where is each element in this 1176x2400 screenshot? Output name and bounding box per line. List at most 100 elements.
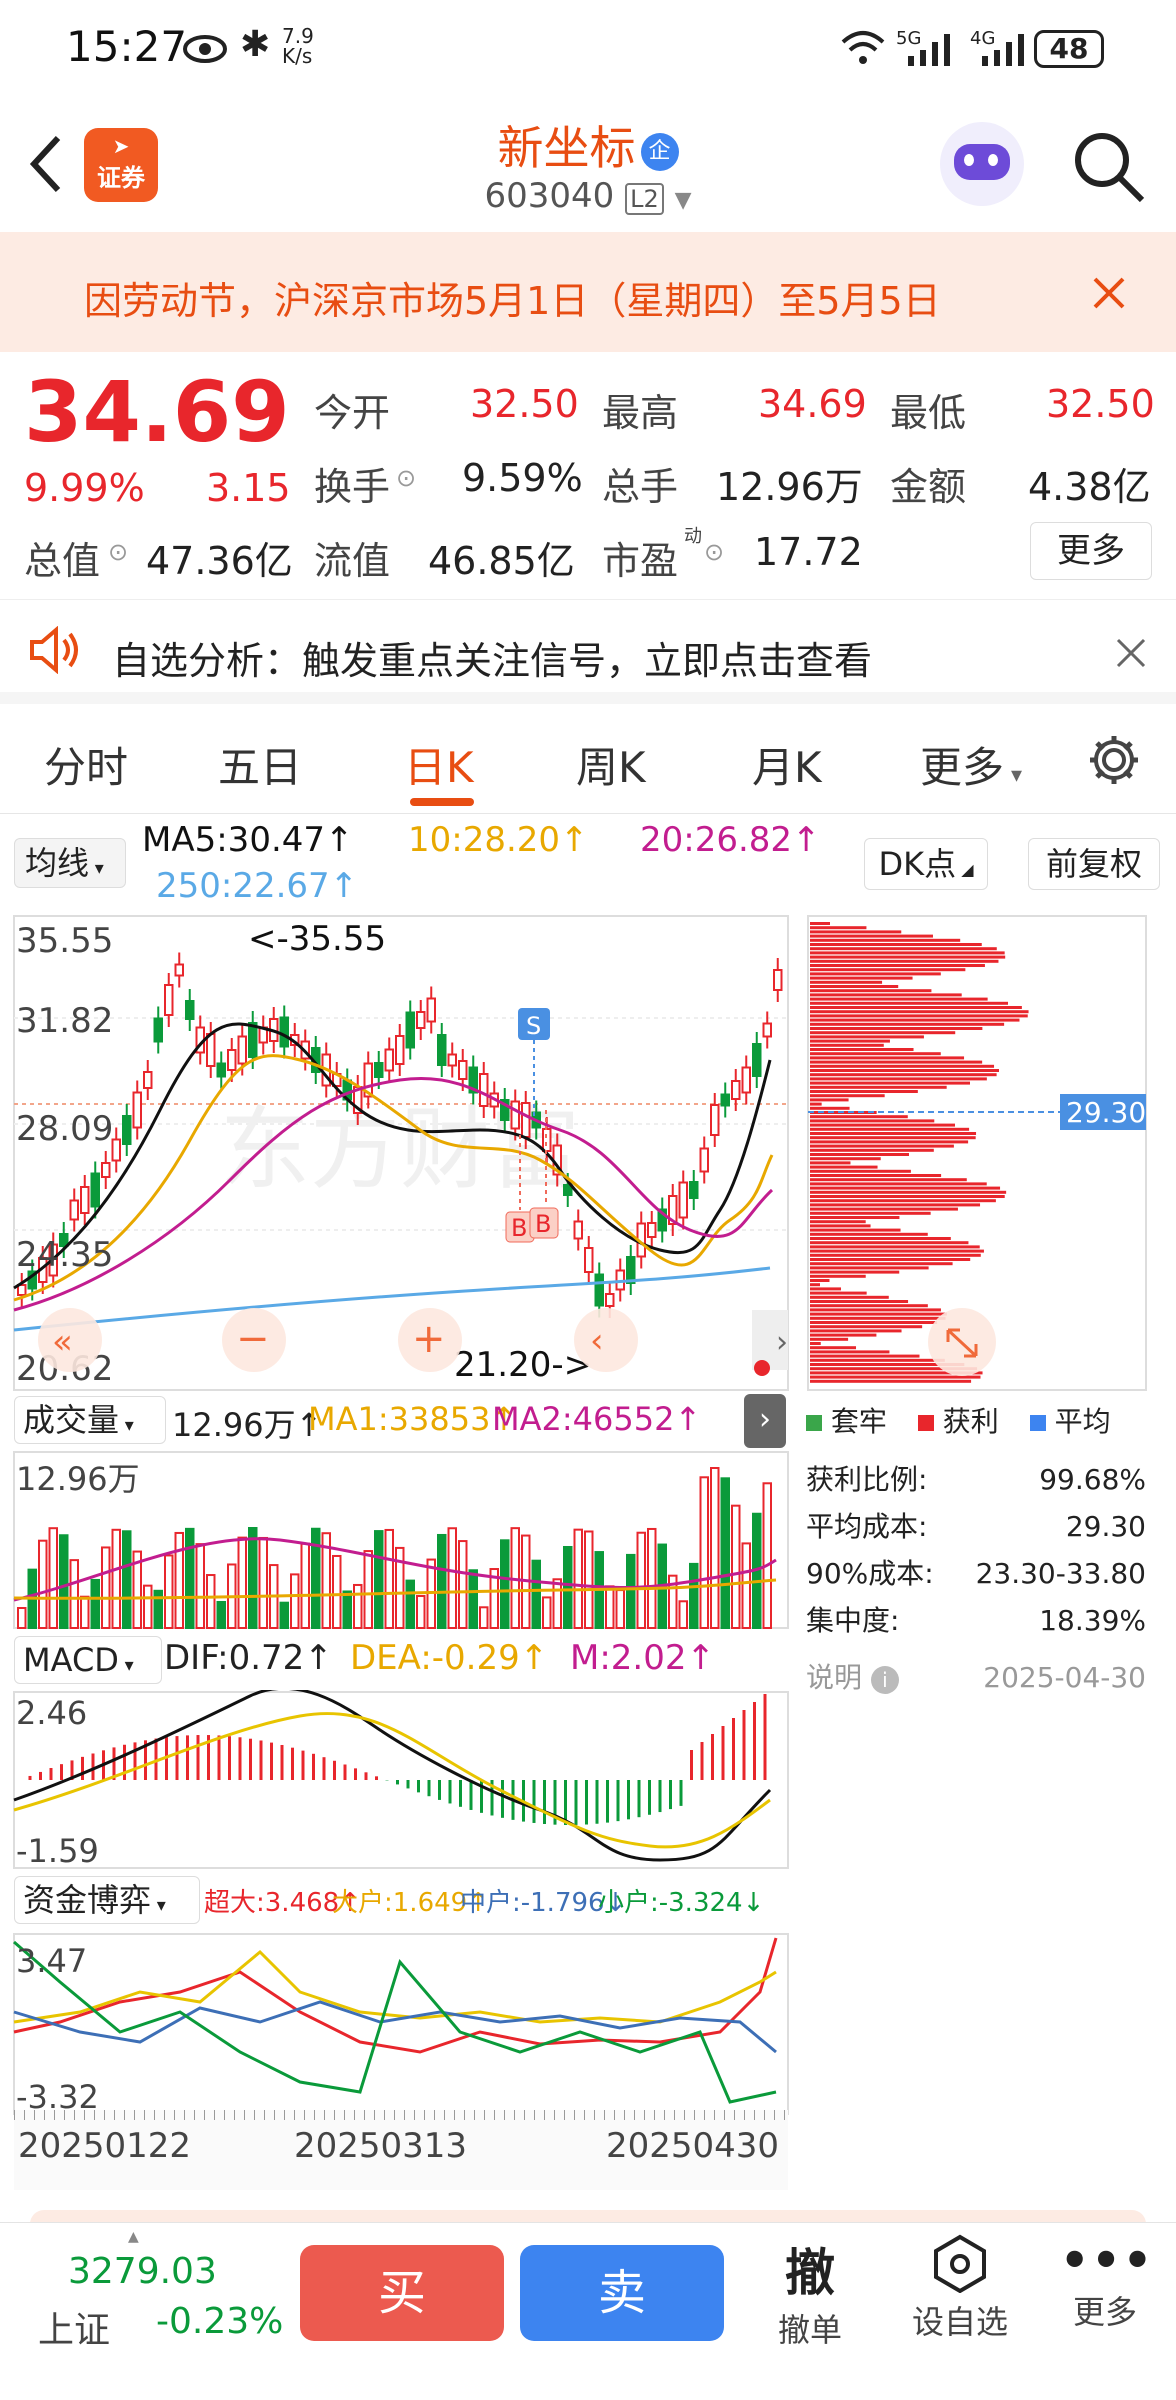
macd-bar	[81, 1756, 84, 1780]
low-label: 最低	[890, 391, 967, 435]
volume-total: 12.96万↑	[172, 1406, 323, 1444]
search-icon[interactable]	[1072, 130, 1146, 204]
macd-bar	[637, 1780, 641, 1818]
chip-bar	[810, 1262, 953, 1266]
volume-chart[interactable]: 12.96万	[0, 1450, 800, 1630]
info-icon[interactable]: ⊙	[108, 538, 128, 566]
chip-bar	[810, 1060, 983, 1064]
index-name[interactable]: 上证	[38, 2301, 110, 2353]
high-note: <-35.55	[248, 919, 386, 959]
chip-bar	[810, 943, 982, 946]
dk-points-button[interactable]: DK点 ◢	[864, 838, 988, 890]
high-value: 34.69	[758, 382, 867, 426]
candle	[447, 1053, 457, 1067]
info-icon[interactable]: ⊙	[396, 464, 416, 492]
tab-monthly-k[interactable]: 月K	[752, 734, 822, 795]
kline-chart[interactable]: 东方财富 35.55 31.82 28.09 24.35 20.62 <-35.…	[0, 910, 800, 1400]
analysis-bar[interactable]: 自选分析：触发重点关注信号，立即点击查看	[0, 604, 1176, 704]
volume-bar	[678, 1600, 688, 1629]
macd-chart[interactable]: 2.46 -1.59	[0, 1690, 800, 1870]
volume-bar	[195, 1543, 205, 1629]
chip-bar	[810, 1258, 971, 1261]
chip-bar	[810, 1211, 931, 1215]
info-icon[interactable]: ⊙	[704, 538, 724, 566]
volume-selector[interactable]: 成交量 ▾	[14, 1396, 166, 1444]
macd-bar	[291, 1747, 294, 1780]
tab-weekly-k[interactable]: 周K	[576, 734, 646, 795]
open-label: 今开	[314, 391, 391, 435]
adjust-button[interactable]: 前复权	[1028, 838, 1160, 890]
candle	[479, 1073, 489, 1107]
macd-bar	[364, 1772, 368, 1780]
more-quote-button[interactable]: 更多	[1030, 522, 1152, 580]
volume-bar	[437, 1533, 447, 1629]
chip-distribution[interactable]: 29.30	[800, 910, 1176, 1400]
fund-chart[interactable]: 3.47 -3.32	[0, 1932, 800, 2122]
volume-bar	[174, 1531, 184, 1629]
macd-bar	[763, 1694, 767, 1780]
svg-text:‹: ‹	[590, 1321, 604, 1361]
close-icon[interactable]	[1092, 276, 1126, 310]
chip-bar	[810, 1375, 981, 1379]
gear-icon[interactable]	[1086, 732, 1142, 788]
dropdown-icon: ▼	[674, 188, 692, 213]
avg-price-text: 29.30	[1066, 1096, 1146, 1129]
close-icon[interactable]	[1116, 638, 1146, 668]
tab-more[interactable]: 更多 ▾	[920, 734, 1022, 795]
candle	[594, 1273, 604, 1307]
sell-button[interactable]: 卖	[520, 2245, 724, 2341]
volume-bar	[762, 1482, 772, 1629]
svg-text:−: −	[236, 1316, 270, 1362]
volume-bar	[290, 1573, 300, 1629]
chip-bar	[810, 1153, 909, 1156]
cancel-order-button[interactable]: 撤 撤单	[770, 2233, 850, 2351]
add-watchlist-button[interactable]: 设自选	[900, 2233, 1020, 2343]
macd-bar	[333, 1760, 336, 1780]
y-label-2: 31.82	[16, 1001, 113, 1041]
more-actions-button[interactable]: ••• 更多	[1060, 2233, 1152, 2333]
macd-bar	[543, 1780, 546, 1824]
fund-selector[interactable]: 资金博弈 ▾	[14, 1876, 200, 1924]
tab-intraday[interactable]: 分时	[44, 734, 128, 795]
macd-bar	[459, 1780, 462, 1807]
index-change[interactable]: -0.23%	[156, 2301, 283, 2342]
date-label-3: 20250430	[606, 2126, 780, 2166]
tab-daily-k[interactable]: 日K	[404, 734, 474, 795]
last-price: 34.69	[24, 363, 290, 461]
candle	[605, 1293, 615, 1307]
macd-selector[interactable]: MACD ▾	[14, 1636, 162, 1684]
legend-trapped-swatch	[806, 1415, 822, 1431]
buy-button[interactable]: 买	[300, 2245, 504, 2341]
macd-bar	[91, 1753, 95, 1780]
indicator-selector[interactable]: 均线 ▾	[14, 838, 126, 888]
index-value[interactable]: 3279.03	[68, 2251, 217, 2292]
expand-panel-button[interactable]: ›	[744, 1394, 786, 1448]
candle	[699, 1147, 709, 1173]
candle	[689, 1181, 699, 1199]
volume-bar	[342, 1590, 352, 1630]
chip-bar	[810, 1027, 983, 1030]
ma20-value: 20:26.82↑	[640, 820, 821, 860]
volume-bar	[237, 1536, 247, 1629]
candle	[426, 997, 436, 1023]
candle	[731, 1080, 741, 1100]
hexagon-icon	[934, 2234, 986, 2294]
volume-bar	[458, 1540, 468, 1629]
volume-bar	[468, 1569, 478, 1630]
macd-bar	[721, 1726, 725, 1780]
analysis-text: 自选分析：触发重点关注信号，立即点击查看	[112, 639, 873, 683]
candle	[153, 1017, 163, 1043]
candle	[248, 1022, 258, 1058]
chip-bar	[810, 1081, 970, 1085]
pe-label: 市盈	[602, 539, 679, 583]
volume-bar	[80, 1595, 90, 1630]
tab-five-day[interactable]: 五日	[218, 734, 302, 795]
holiday-notice[interactable]: 因劳动节，沪深京市场5月1日（星期四）至5月5日	[0, 232, 1176, 352]
chip-bar	[810, 1144, 954, 1148]
robot-assistant-icon[interactable]	[940, 122, 1024, 206]
chip-bar	[810, 938, 961, 942]
chip-bar	[810, 1031, 956, 1035]
candle	[374, 1062, 384, 1078]
macd-bar	[133, 1742, 137, 1780]
chip-note[interactable]: 说明 i	[806, 1654, 899, 1701]
